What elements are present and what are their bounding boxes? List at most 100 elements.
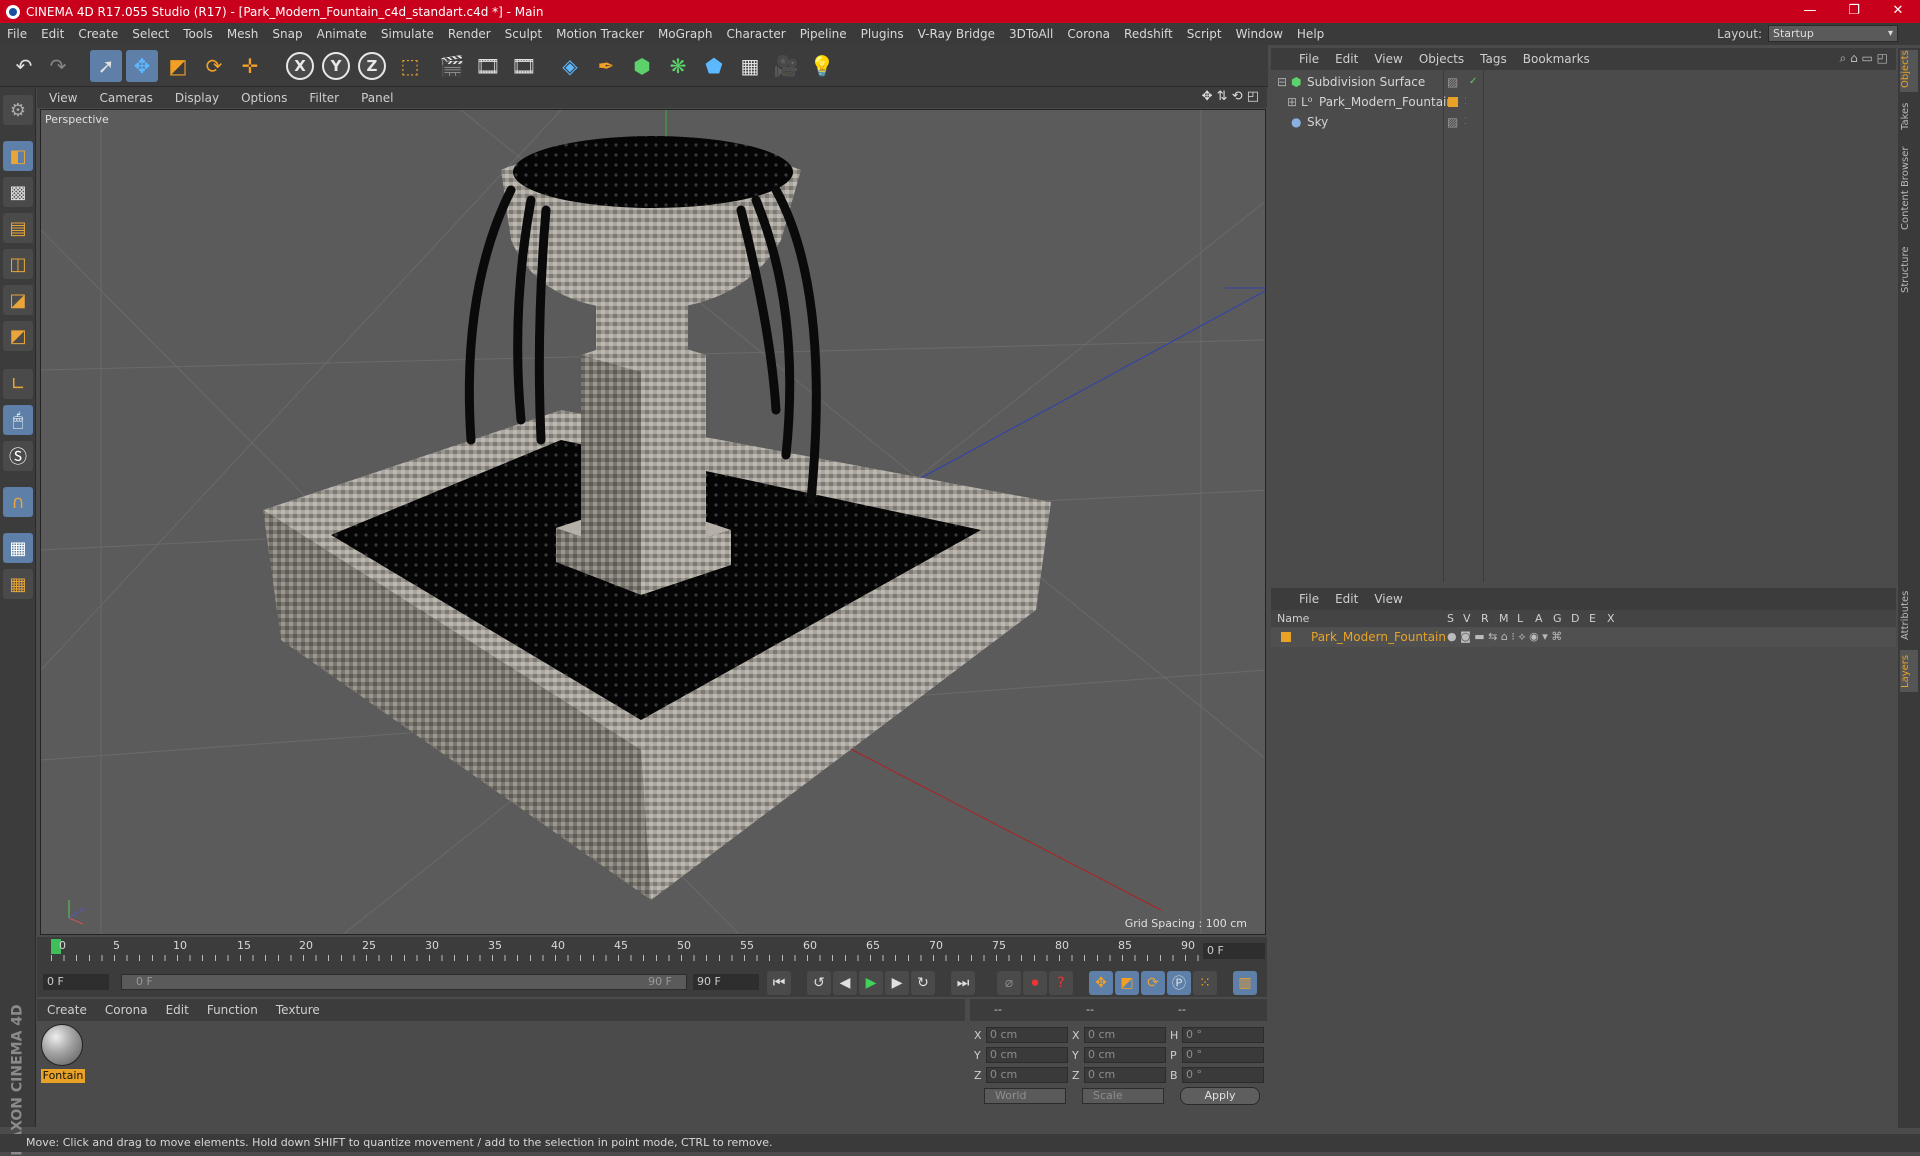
object-menu-objects[interactable]: Objects <box>1411 52 1472 66</box>
display-toggle-icon[interactable]: ▨ <box>1447 72 1458 92</box>
mograph-cloner-button[interactable]: ❋ <box>662 50 694 82</box>
material-menu-function[interactable]: Function <box>197 1003 266 1017</box>
size-z-field[interactable]: 0 cm <box>1084 1067 1166 1083</box>
axis-mode-button[interactable]: ∟ <box>3 369 33 399</box>
frame-range-slider[interactable]: 0 F 90 F <box>121 974 687 990</box>
menu-window[interactable]: Window <box>1229 27 1290 41</box>
size-y-field[interactable]: 0 cm <box>1084 1047 1166 1063</box>
menu-tools[interactable]: Tools <box>176 27 220 41</box>
layer-flag-icons[interactable]: ● ◙ ▬ ⇆ ⌂ ⁝ ⟡ ◉ ▾ ⌘ <box>1447 627 1562 647</box>
undo-button[interactable]: ↶ <box>8 50 40 82</box>
menu-mograph[interactable]: MoGraph <box>651 27 720 41</box>
camera-object-button[interactable]: 🎥 <box>770 50 802 82</box>
menu-redshift[interactable]: Redshift <box>1117 27 1180 41</box>
cube-object-button[interactable]: ◈ <box>554 50 586 82</box>
menu-mesh[interactable]: Mesh <box>220 27 266 41</box>
menu-help[interactable]: Help <box>1290 27 1331 41</box>
size-mode-dropdown[interactable]: Scale <box>1082 1088 1164 1104</box>
object-row[interactable]: ● Sky ▨ ⁚ <box>1271 112 1896 132</box>
size-x-field[interactable]: 0 cm <box>1084 1027 1166 1043</box>
collapse-icon[interactable]: ⊟ <box>1277 72 1287 92</box>
snap-button[interactable]: Ⓢ <box>3 441 33 471</box>
object-menu-tags[interactable]: Tags <box>1472 52 1515 66</box>
rotation-p-field[interactable]: 0 ° <box>1182 1047 1264 1063</box>
points-mode-button[interactable]: ◫ <box>3 249 33 279</box>
autokey-button[interactable]: ? <box>1049 971 1073 995</box>
menu-plugins[interactable]: Plugins <box>854 27 911 41</box>
menu-corona[interactable]: Corona <box>1060 27 1117 41</box>
key-scale-button[interactable]: ◩ <box>1115 971 1139 995</box>
key-position-button[interactable]: ✥ <box>1089 971 1113 995</box>
key-rotation-button[interactable]: ⟳ <box>1141 971 1165 995</box>
menu-sculpt[interactable]: Sculpt <box>498 27 549 41</box>
position-x-field[interactable]: 0 cm <box>986 1027 1068 1043</box>
light-object-button[interactable]: 💡 <box>806 50 838 82</box>
perspective-viewport[interactable]: Perspective Grid Spacing : 100 cm <box>40 109 1266 935</box>
subdivision-surface-button[interactable]: ⬢ <box>626 50 658 82</box>
layout-dropdown[interactable]: Startup <box>1768 25 1898 42</box>
tab-layers[interactable]: Layers <box>1900 650 1918 692</box>
coordinate-system-button[interactable]: ⬚ <box>394 50 426 82</box>
minimize-button[interactable]: — <box>1788 0 1832 23</box>
move-tool-button[interactable]: ✥ <box>126 50 158 82</box>
menu-motion-tracker[interactable]: Motion Tracker <box>549 27 651 41</box>
object-manager-search-icon[interactable]: ⌕ ⌂ ▭ ◰ <box>1840 51 1888 66</box>
live-selection-button[interactable]: ➚ <box>90 50 122 82</box>
visibility-dots-icon[interactable]: ⁚ <box>1464 112 1467 132</box>
object-menu-file[interactable]: File <box>1291 52 1327 66</box>
spline-pen-button[interactable]: ✒ <box>590 50 622 82</box>
position-z-field[interactable]: 0 cm <box>986 1067 1068 1083</box>
scale-tool-button[interactable]: ◩ <box>162 50 194 82</box>
viewport-menu-view[interactable]: View <box>37 91 87 105</box>
menu-animate[interactable]: Animate <box>310 27 374 41</box>
layer-row[interactable]: Park_Modern_Fountain ● ◙ ▬ ⇆ ⌂ ⁝ ⟡ ◉ ▾ ⌘ <box>1271 627 1896 647</box>
tab-structure[interactable]: Structure <box>1900 242 1918 298</box>
tweak-mode-button[interactable]: 🖱 <box>3 405 33 435</box>
object-menu-edit[interactable]: Edit <box>1327 52 1366 66</box>
material-swatch[interactable]: Fontain <box>41 1024 85 1083</box>
menu-select[interactable]: Select <box>125 27 176 41</box>
object-row[interactable]: ⊞ L⁰ Park_Modern_Fountain ⁚ <box>1271 92 1896 112</box>
texture-mode-button[interactable]: ▩ <box>3 177 33 207</box>
rotation-h-field[interactable]: 0 ° <box>1182 1027 1264 1043</box>
record-button[interactable]: ⏺ <box>1023 971 1047 995</box>
material-menu-create[interactable]: Create <box>37 1003 95 1017</box>
menu-script[interactable]: Script <box>1180 27 1229 41</box>
menu-3dtoall[interactable]: 3DToAll <box>1002 27 1060 41</box>
layer-menu-edit[interactable]: Edit <box>1327 592 1366 606</box>
material-menu-texture[interactable]: Texture <box>266 1003 328 1017</box>
tab-takes[interactable]: Takes <box>1900 98 1918 134</box>
tab-content-browser[interactable]: Content Browser <box>1900 140 1918 236</box>
display-toggle-icon[interactable]: ▨ <box>1447 112 1458 132</box>
goto-end-button[interactable]: ⏭ <box>951 971 975 995</box>
apply-button[interactable]: Apply <box>1180 1087 1260 1105</box>
keyframe-selection-button[interactable]: ⌀ <box>997 971 1021 995</box>
locked-workplane-button[interactable]: ▦ <box>3 533 33 563</box>
menu-pipeline[interactable]: Pipeline <box>793 27 854 41</box>
z-axis-lock-button[interactable]: Z <box>358 52 386 80</box>
enabled-check-icon[interactable]: ✓ <box>1469 72 1477 92</box>
tab-attributes[interactable]: Attributes <box>1900 588 1918 644</box>
viewport-menu-cameras[interactable]: Cameras <box>87 91 162 105</box>
model-mode-button[interactable]: ◧ <box>3 141 33 171</box>
transform-tool-button[interactable]: ✛ <box>234 50 266 82</box>
menu-snap[interactable]: Snap <box>265 27 309 41</box>
menu-simulate[interactable]: Simulate <box>374 27 441 41</box>
position-y-field[interactable]: 0 cm <box>986 1047 1068 1063</box>
render-view-button[interactable]: 🎬 <box>436 50 468 82</box>
coordinate-mode-dropdown[interactable]: World <box>984 1088 1066 1104</box>
visibility-dots-icon[interactable]: ⁚ <box>1464 92 1467 112</box>
close-button[interactable]: ✕ <box>1876 0 1920 23</box>
layer-menu-file[interactable]: File <box>1291 592 1327 606</box>
x-axis-lock-button[interactable]: X <box>286 52 314 80</box>
goto-next-key-button[interactable]: ↻ <box>911 971 935 995</box>
end-frame-field[interactable]: 90 F <box>693 974 759 990</box>
render-picture-viewer-button[interactable]: 🎞 <box>472 50 504 82</box>
layer-menu-view[interactable]: View <box>1366 592 1410 606</box>
prev-frame-button[interactable]: ◀ <box>833 971 857 995</box>
goto-prev-key-button[interactable]: ↺ <box>807 971 831 995</box>
menu-character[interactable]: Character <box>719 27 792 41</box>
y-axis-lock-button[interactable]: Y <box>322 52 350 80</box>
timeline-ruler[interactable]: 0 5 10 15 20 25 30 35 40 45 50 55 60 65 … <box>37 937 1267 967</box>
redo-button[interactable]: ↷ <box>42 50 74 82</box>
